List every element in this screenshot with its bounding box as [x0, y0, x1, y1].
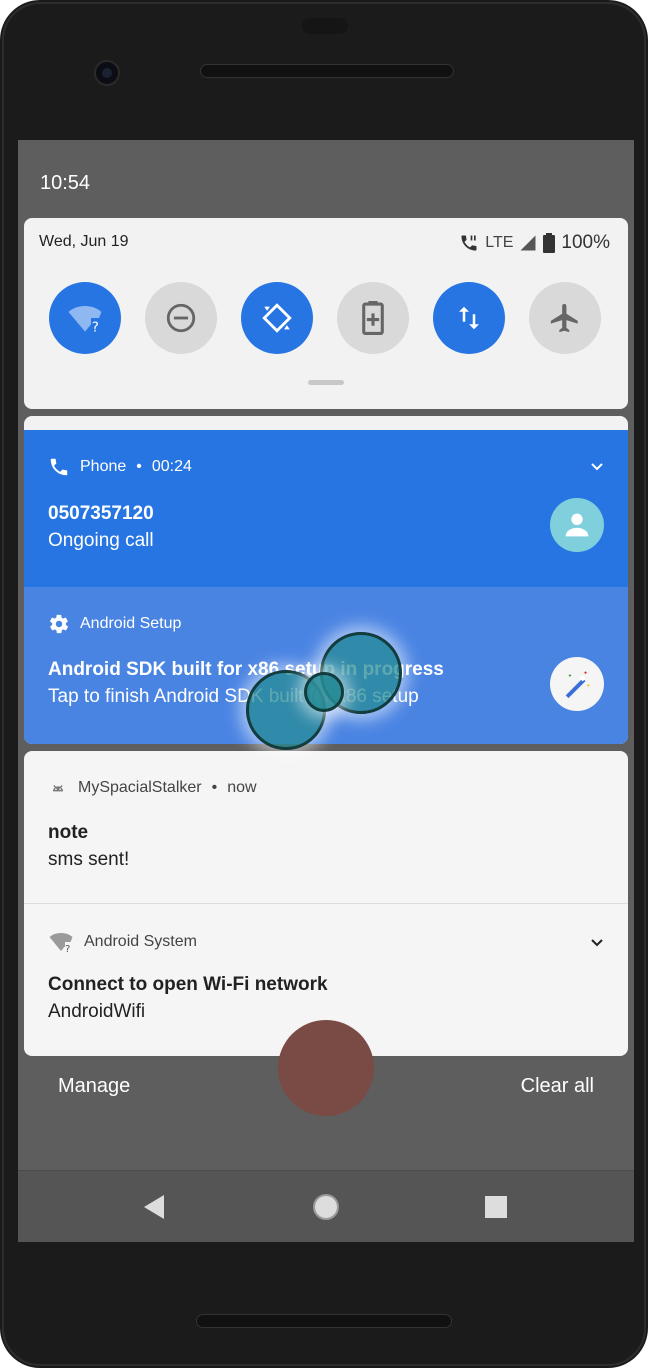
mobile-data-tile[interactable] [433, 282, 505, 354]
chevron-down-icon[interactable] [590, 462, 604, 472]
separator-dot: • [136, 458, 142, 475]
top-speaker [200, 64, 454, 78]
svg-text:?: ? [92, 320, 99, 336]
screen: 10:54 Wed, Jun 19 LTE 100% ? Phone • 00:… [18, 140, 634, 1242]
end-call-button-background [278, 1020, 374, 1116]
auto-rotate-icon [262, 303, 292, 333]
recents-square-icon [485, 1196, 507, 1218]
front-camera [94, 60, 120, 86]
setup-app-name: Android Setup [80, 615, 182, 632]
system-app-name: Android System [84, 933, 197, 950]
qs-date[interactable]: Wed, Jun 19 [39, 233, 129, 251]
bottom-speaker [196, 1314, 452, 1328]
back-button[interactable] [136, 1189, 172, 1225]
phone-notification[interactable]: Phone • 00:24 0507357120 Ongoing call [24, 430, 628, 587]
manage-button[interactable]: Manage [58, 1075, 130, 1098]
chevron-down-icon[interactable] [590, 938, 604, 948]
phone-icon [50, 458, 68, 476]
airplane-icon [550, 303, 578, 333]
auto-rotate-tile[interactable] [241, 282, 313, 354]
earpiece-sensor [302, 18, 348, 34]
svg-text:?: ? [65, 944, 70, 953]
phone-notification-text: Ongoing call [48, 530, 154, 551]
stalker-notification-time: now [227, 779, 257, 796]
battery-saver-icon [362, 301, 384, 335]
wifi-question-icon: ? [68, 306, 102, 336]
android-app-icon [53, 785, 63, 792]
call-status-icon [461, 235, 477, 251]
stalker-notification-text: sms sent! [48, 849, 130, 870]
airplane-mode-tile[interactable] [529, 282, 601, 354]
do-not-disturb-icon [166, 303, 196, 333]
notifications-group: MySpacialStalker • now note sms sent! ? … [24, 751, 628, 1056]
wifi-question-icon: ? [49, 933, 73, 953]
person-icon [565, 513, 589, 537]
contact-avatar [550, 498, 604, 552]
phone-call-duration: 00:24 [151, 458, 192, 475]
back-triangle-icon [144, 1195, 164, 1219]
setup-wizard-badge [550, 657, 604, 711]
network-type: LTE [485, 234, 514, 251]
wifi-notification-header: ? Android System [48, 931, 197, 953]
phone-notification-title: 0507357120 [48, 503, 154, 524]
quick-settings-panel: Wed, Jun 19 LTE 100% ? [24, 218, 628, 409]
data-arrows-icon [459, 306, 479, 330]
home-button[interactable] [308, 1189, 344, 1225]
status-time: 10:54 [40, 172, 91, 194]
clear-all-button[interactable]: Clear all [521, 1075, 594, 1098]
separator-dot: • [211, 779, 218, 796]
wifi-notification-title: Connect to open Wi-Fi network [48, 974, 328, 995]
wifi-notification-text: AndroidWifi [48, 1001, 146, 1022]
stalker-notification[interactable]: MySpacialStalker • now note sms sent! [24, 751, 628, 903]
battery-percent: 100% [561, 232, 610, 253]
signal-icon [520, 235, 536, 251]
stalker-notification-title: note [48, 822, 89, 843]
home-circle-icon [313, 1194, 339, 1220]
phone-notification-header: Phone • 00:24 [48, 456, 192, 478]
touch-indicator [304, 672, 344, 712]
gear-icon [49, 614, 69, 634]
setup-notification-header: Android Setup [48, 613, 181, 635]
device-frame: 10:54 Wed, Jun 19 LTE 100% ? Phone • 00:… [0, 0, 648, 1368]
qs-expand-handle[interactable] [308, 380, 344, 385]
dnd-tile[interactable] [145, 282, 217, 354]
qs-status-icons: LTE 100% [459, 232, 610, 254]
wifi-tile[interactable]: ? [49, 282, 121, 354]
battery-icon [543, 233, 556, 253]
magic-wand-icon [565, 671, 590, 699]
stalker-notification-header: MySpacialStalker • now [48, 778, 257, 798]
recents-button[interactable] [478, 1189, 514, 1225]
stalker-app-name: MySpacialStalker [78, 779, 202, 796]
navigation-bar [18, 1170, 634, 1242]
battery-saver-tile[interactable] [337, 282, 409, 354]
phone-app-name: Phone [80, 458, 127, 475]
